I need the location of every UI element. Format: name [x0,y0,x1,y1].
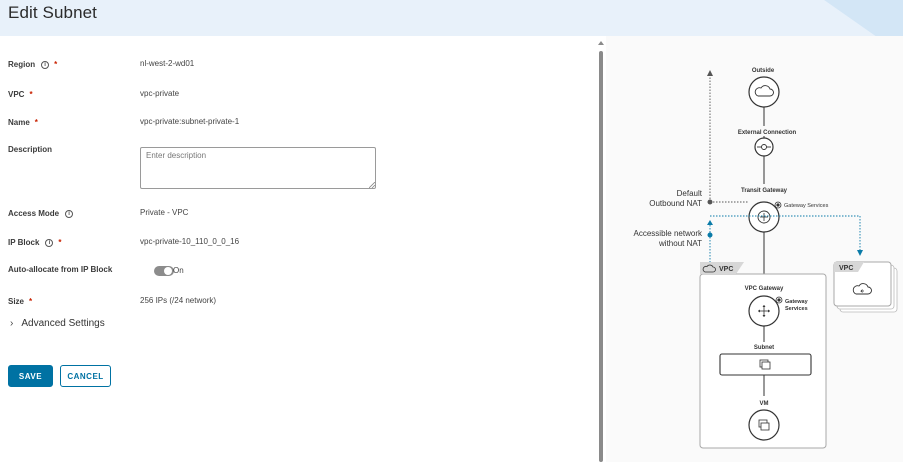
auto-allocate-toggle-label: On [173,266,184,275]
name-value: vpc-private:subnet-private-1 [140,117,240,126]
outside-label: Outside [752,68,775,74]
accessible-network-label-line2: without NAT [658,239,702,248]
required-marker: * [29,297,33,306]
info-icon[interactable]: i [45,238,54,247]
access-mode-value: Private - VPC [140,208,189,217]
cancel-button[interactable]: CANCEL [60,365,111,387]
ip-block-value: vpc-private-10_110_0_0_16 [140,237,240,246]
ip-block-label: IP Block i * [8,238,62,247]
auto-allocate-toggle[interactable] [154,266,174,276]
vpc-gateway-services-label-line1: Gateway [785,299,809,305]
ip-block-label-text: IP Block [8,238,40,247]
description-label: Description [8,145,52,154]
vpc-label: VPC * [8,90,33,99]
name-label-text: Name [8,118,30,127]
required-marker: * [58,238,62,247]
auto-allocate-label: Auto-allocate from IP Block [8,265,112,274]
info-icon[interactable]: i [65,209,74,218]
advanced-settings-label: Advanced Settings [21,318,105,329]
arrow-down-icon [857,250,863,256]
region-label: Region i * [8,60,57,69]
vpc-value: vpc-private [140,89,180,98]
other-vpc-tab-label: VPC [839,265,853,272]
default-nat-label-line2: Outbound NAT [649,199,702,208]
gateway-services-label: Gateway Services [784,203,829,209]
transit-gateway-label: Transit Gateway [741,188,788,194]
page-header: Edit Subnet [0,0,903,36]
region-label-text: Region [8,60,36,69]
subnet-label: Subnet [754,345,774,351]
gateway-services-dot-icon [777,298,781,302]
toggle-knob [164,267,172,275]
required-marker: * [54,60,58,69]
scrollbar-thumb[interactable] [599,51,603,462]
default-nat-label-line1: Default [677,189,703,198]
name-label: Name * [8,118,38,127]
save-button[interactable]: SAVE [8,365,53,387]
region-value: nl-west-2-wd01 [140,59,195,68]
required-marker: * [34,118,38,127]
arrow-up-icon [707,220,713,225]
vpc-label-text: VPC [8,90,25,99]
vm-label: VM [760,401,769,407]
size-label-text: Size [8,297,25,306]
auto-allocate-label-text: Auto-allocate from IP Block [8,265,113,274]
vpc-gateway-label: VPC Gateway [745,286,784,292]
arrow-up-icon [707,70,713,76]
size-label: Size * [8,297,32,306]
scroll-up-arrow-icon[interactable] [598,41,604,45]
outside-node [748,76,780,108]
info-icon[interactable]: i [41,60,50,69]
advanced-settings-toggle[interactable]: › Advanced Settings [10,318,105,329]
description-textarea[interactable] [140,147,376,189]
accessible-network-label-line1: Accessible network [634,229,703,238]
vpc-gateway-services-label-line2: Services [785,306,808,312]
access-mode-label: Access Mode i [8,209,74,218]
gateway-services-dot-icon [776,203,780,207]
size-value: 256 IPs (/24 network) [140,296,217,305]
description-label-text: Description [8,145,53,154]
network-diagram-panel: Outside External Connection Transit Gate… [606,36,903,462]
header-decoration [821,0,903,36]
vpc-tab-label: VPC [719,266,733,273]
network-diagram: Outside External Connection Transit Gate… [634,68,898,449]
access-mode-label-text: Access Mode [8,209,60,218]
external-connection-label: External Connection [738,130,797,136]
chevron-right-icon: › [10,318,14,329]
required-marker: * [29,90,33,99]
page-title: Edit Subnet [8,3,97,22]
edit-subnet-form: Region i * nl-west-2-wd01 VPC * vpc-priv… [0,36,597,462]
